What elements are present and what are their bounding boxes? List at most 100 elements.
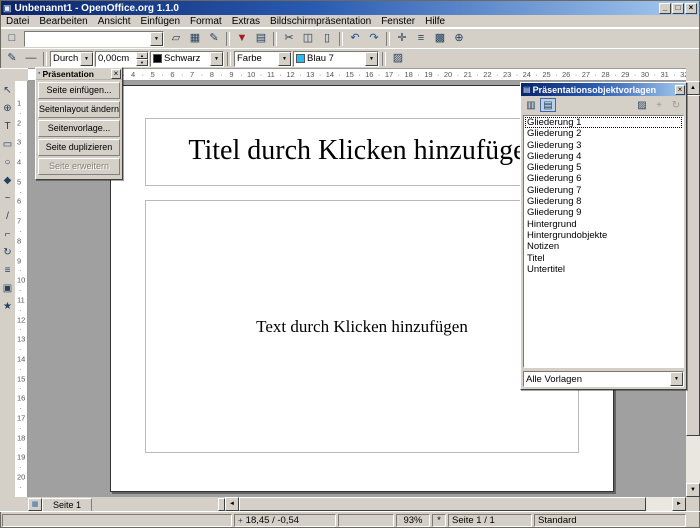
style-entry[interactable]: Gliederung 5 xyxy=(525,162,682,173)
menu-item[interactable]: Ansicht xyxy=(93,15,136,28)
text-placeholder[interactable]: Text durch Klicken hinzufügen xyxy=(145,200,579,453)
spin-down-icon[interactable]: ▼ xyxy=(136,59,148,66)
menu-item[interactable]: Extras xyxy=(227,15,265,28)
alignment-tool-icon[interactable]: ≡ xyxy=(1,263,14,278)
vertical-ruler[interactable]: 1234567891011121314151617181920 xyxy=(15,81,28,497)
zoom-icon[interactable]: ⊕ xyxy=(450,31,468,47)
palette-title-bar[interactable]: ▪ Präsentation × xyxy=(36,68,122,80)
palette-command[interactable]: Seite duplizieren xyxy=(38,139,120,156)
style-entry[interactable]: Gliederung 6 xyxy=(525,173,682,184)
presentation-styles-icon[interactable]: ▤ xyxy=(540,98,556,112)
url-dropdown-icon[interactable]: ▼ xyxy=(150,32,163,46)
undo-icon[interactable]: ↶ xyxy=(346,31,364,47)
style-entry[interactable]: Notizen xyxy=(525,241,682,252)
stylist-title-bar[interactable]: ▤ Präsentationsobjektvorlagen × xyxy=(521,83,686,96)
redo-icon[interactable]: ↷ xyxy=(365,31,383,47)
style-filter-combobox[interactable]: Alle Vorlagen ▼ xyxy=(523,371,684,387)
status-modified-cell[interactable]: * xyxy=(432,514,446,527)
line-color-dropdown-icon[interactable]: ▼ xyxy=(210,52,223,66)
rectangle-tool-icon[interactable]: ▭ xyxy=(1,137,14,152)
curve-tool-icon[interactable]: ~ xyxy=(1,191,14,206)
title-bar[interactable]: ▣ Unbenannt1 - OpenOffice.org 1.1.0 _ □ … xyxy=(1,1,699,15)
line-tool-icon[interactable]: / xyxy=(1,209,14,224)
line-color-combobox[interactable]: Schwarz ▼ xyxy=(150,51,224,67)
save-icon[interactable]: ▦ xyxy=(186,31,204,47)
navigator-icon[interactable]: ✛ xyxy=(393,31,411,47)
select-tool-icon[interactable]: ↖ xyxy=(1,83,14,98)
palette-command[interactable]: Seite einfügen... xyxy=(38,82,120,99)
style-entry[interactable]: Titel xyxy=(525,253,682,264)
fill-color-combobox[interactable]: Blau 7 ▼ xyxy=(293,51,379,67)
palette-close-icon[interactable]: × xyxy=(111,69,121,79)
shadow-icon[interactable]: ▨ xyxy=(389,51,407,67)
style-entry[interactable]: Hintergrundobjekte xyxy=(525,230,682,241)
scroll-left-icon[interactable]: ◄ xyxy=(225,497,239,511)
fill-type-dropdown-icon[interactable]: ▼ xyxy=(278,52,291,66)
update-style-icon[interactable]: ↻ xyxy=(668,98,684,112)
export-pdf-icon[interactable]: ▼ xyxy=(233,31,251,47)
page-tab[interactable]: Seite 1 xyxy=(42,498,92,511)
fill-type-combobox[interactable]: Farbe ▼ xyxy=(234,51,292,67)
copy-icon[interactable]: ◫ xyxy=(299,31,317,47)
zoom-tool-icon[interactable]: ⊕ xyxy=(1,101,14,116)
close-button[interactable]: × xyxy=(685,3,697,14)
line-width-field[interactable]: 0,00cm ▲ ▼ xyxy=(95,51,149,67)
arrange-tool-icon[interactable]: ▣ xyxy=(1,281,14,296)
menu-item[interactable]: Fenster xyxy=(376,15,420,28)
line-style-dropdown-icon[interactable]: ▼ xyxy=(80,52,93,66)
palette-command[interactable]: Seitenlayout ändern... xyxy=(38,101,120,118)
gallery-icon[interactable]: ▩ xyxy=(431,31,449,47)
scroll-right-icon[interactable]: ► xyxy=(672,497,686,511)
menu-item[interactable]: Bearbeiten xyxy=(34,15,92,28)
vertical-scroll-thumb[interactable] xyxy=(686,95,700,436)
status-zoom-cell[interactable]: 93% xyxy=(396,514,430,527)
style-entry[interactable]: Untertitel xyxy=(525,264,682,275)
line-icon[interactable]: — xyxy=(22,51,40,67)
maximize-button[interactable]: □ xyxy=(672,3,684,14)
style-entry[interactable]: Gliederung 9 xyxy=(525,207,682,218)
menu-item[interactable]: Datei xyxy=(1,15,34,28)
style-entry[interactable]: Gliederung 7 xyxy=(525,185,682,196)
new-document-icon[interactable]: □ xyxy=(3,31,21,47)
edit-file-icon[interactable]: ✎ xyxy=(205,31,223,47)
edit-points-icon[interactable]: ✎ xyxy=(3,51,21,67)
url-combobox[interactable]: ▼ xyxy=(24,31,164,47)
minimize-button[interactable]: _ xyxy=(659,3,671,14)
fill-format-mode-icon[interactable]: ▨ xyxy=(634,98,650,112)
effects-tool-icon[interactable]: ★ xyxy=(1,299,14,314)
status-position-cell[interactable]: + 18,45 / -0,54 xyxy=(234,514,336,527)
rotate-tool-icon[interactable]: ↻ xyxy=(1,245,14,260)
horizontal-scroll-thumb[interactable] xyxy=(239,497,646,511)
connector-tool-icon[interactable]: ⌐ xyxy=(1,227,14,242)
style-entry[interactable]: Gliederung 4 xyxy=(525,151,682,162)
menu-item[interactable]: Bildschirmpräsentation xyxy=(265,15,376,28)
menu-item[interactable]: Einfügen xyxy=(136,15,185,28)
menu-item[interactable]: Format xyxy=(185,15,227,28)
spin-up-icon[interactable]: ▲ xyxy=(136,52,148,59)
open-icon[interactable]: ▱ xyxy=(167,31,185,47)
fill-color-dropdown-icon[interactable]: ▼ xyxy=(365,52,378,66)
app-window-icon[interactable]: ▣ xyxy=(3,4,12,13)
view-mode-button[interactable]: ▦ xyxy=(28,498,42,511)
style-entry[interactable]: Gliederung 8 xyxy=(525,196,682,207)
horizontal-scroll-track[interactable] xyxy=(239,497,672,511)
scroll-down-icon[interactable]: ▼ xyxy=(686,483,700,497)
menu-item[interactable]: Hilfe xyxy=(420,15,450,28)
graphics-styles-icon[interactable]: ▥ xyxy=(523,98,539,112)
paste-icon[interactable]: ▯ xyxy=(318,31,336,47)
style-entry[interactable]: Hintergrund xyxy=(525,219,682,230)
palette-command[interactable]: Seitenvorlage... xyxy=(38,120,120,137)
scroll-up-icon[interactable]: ▲ xyxy=(686,81,700,95)
tab-splitter[interactable] xyxy=(218,498,225,511)
horizontal-ruler[interactable]: 1234567891011121314151617181920212223242… xyxy=(28,68,686,81)
new-style-icon[interactable]: + xyxy=(651,98,667,112)
cut-icon[interactable]: ✂ xyxy=(280,31,298,47)
style-entry[interactable]: Gliederung 1 xyxy=(525,117,682,128)
title-placeholder[interactable]: Titel durch Klicken hinzufügen xyxy=(145,118,583,186)
objects3d-tool-icon[interactable]: ◆ xyxy=(1,173,14,188)
style-entry[interactable]: Gliederung 3 xyxy=(525,140,682,151)
status-page-cell[interactable]: Seite 1 / 1 xyxy=(448,514,532,527)
stylist-icon[interactable]: ≡ xyxy=(412,31,430,47)
vertical-scrollbar[interactable]: ▲ ▼ xyxy=(686,81,700,497)
stylist-close-icon[interactable]: × xyxy=(675,85,685,95)
